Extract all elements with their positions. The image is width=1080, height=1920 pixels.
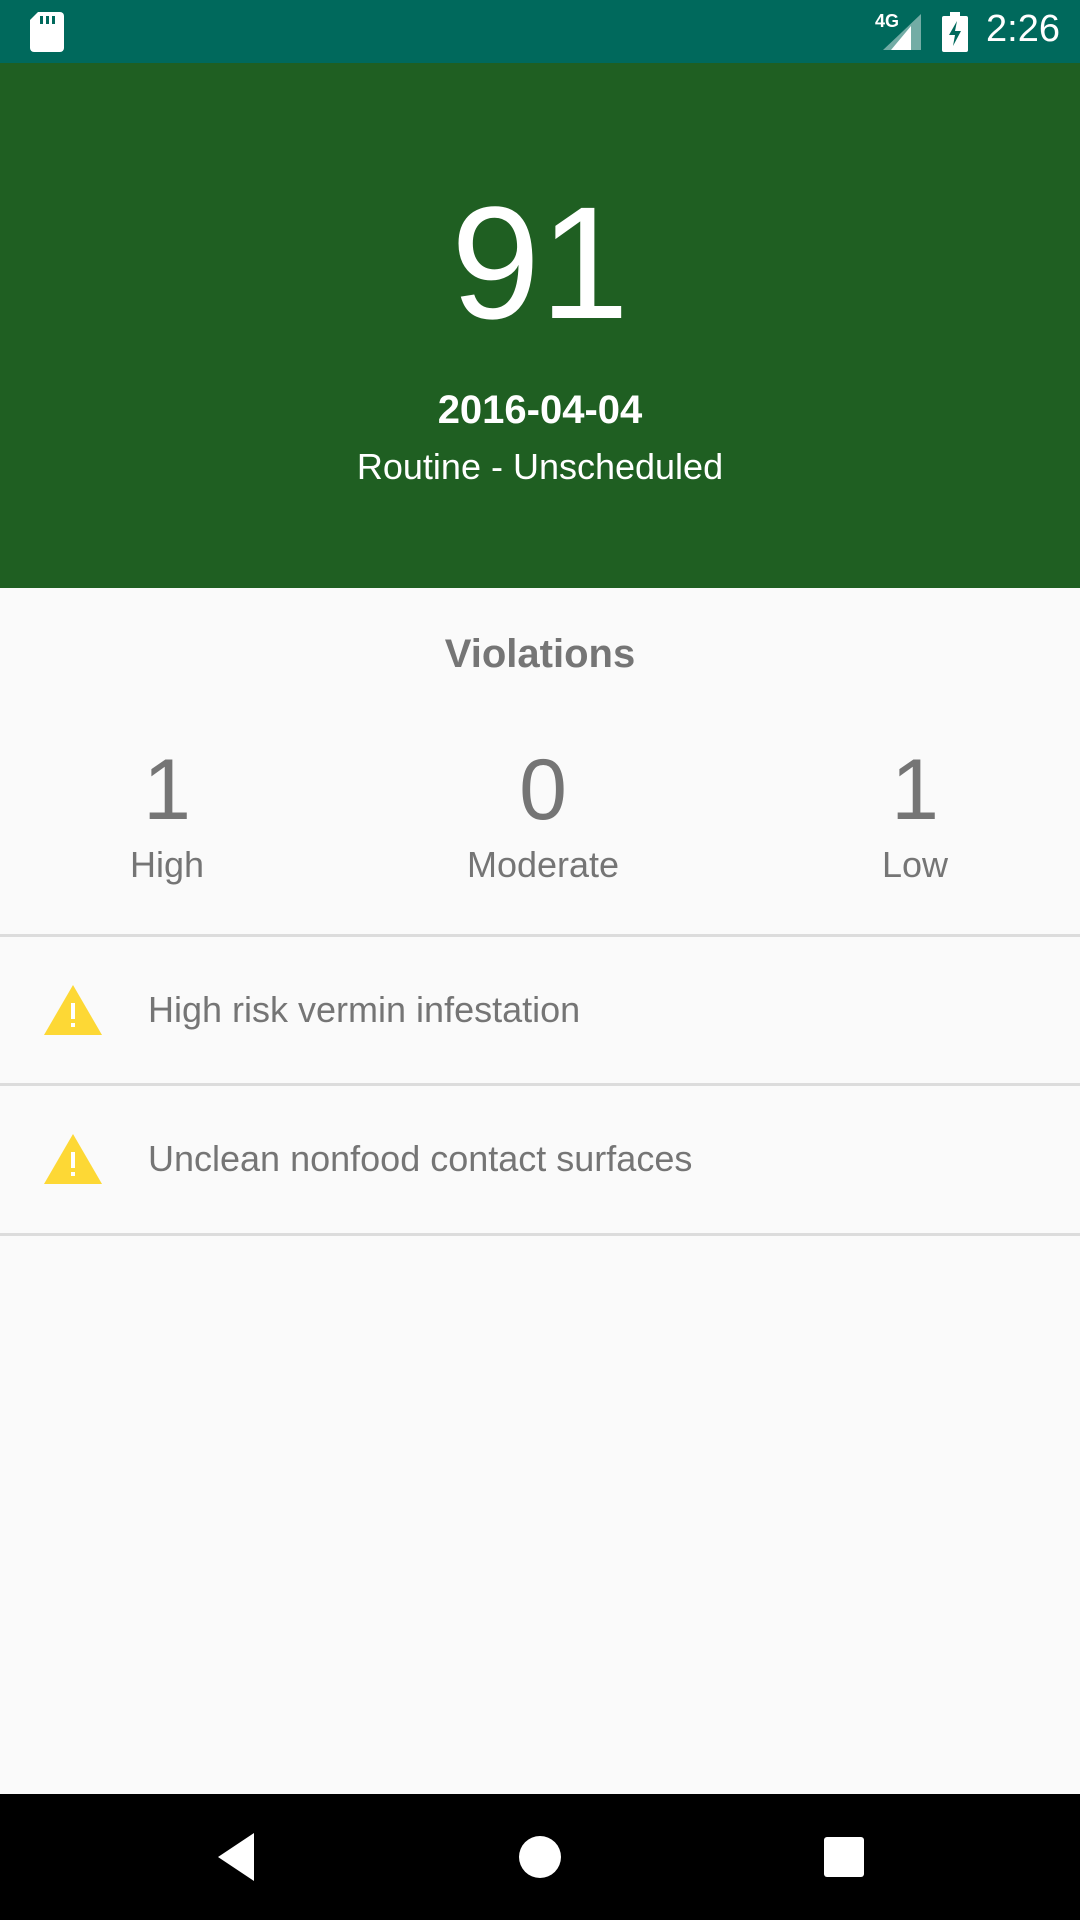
sd-card-icon <box>30 12 64 52</box>
violations-title: Violations <box>444 632 636 676</box>
high-count-value: 1 <box>143 742 191 838</box>
inspection-score: 91 <box>451 173 629 352</box>
violation-text: High risk vermin infestation <box>148 989 581 1030</box>
violation-text: Unclean nonfood contact surfaces <box>148 1138 693 1179</box>
low-count-label: Low <box>881 844 949 885</box>
divider <box>0 1233 1080 1236</box>
low-count-value: 1 <box>891 742 939 838</box>
high-count-label: High <box>129 844 205 885</box>
warning-icon <box>44 1134 102 1184</box>
violation-item[interactable]: Unclean nonfood contact surfaces <box>0 1086 1080 1234</box>
home-icon[interactable] <box>510 1827 570 1887</box>
moderate-count-label: Moderate <box>466 844 620 885</box>
violation-item[interactable]: High risk vermin infestation <box>0 937 1080 1085</box>
warning-icon <box>44 985 102 1035</box>
clock: 2:26 <box>986 8 1060 50</box>
navigation-bar <box>0 1794 1080 1920</box>
recents-icon[interactable] <box>814 1827 874 1887</box>
low-violations-count: 1 Low <box>765 740 1065 886</box>
inspection-date: 2016-04-04 <box>437 388 643 432</box>
moderate-count-value: 0 <box>519 742 567 838</box>
signal-icon <box>883 14 921 50</box>
battery-charging-icon <box>942 12 968 52</box>
high-violations-count: 1 High <box>17 740 317 886</box>
moderate-violations-count: 0 Moderate <box>393 740 693 886</box>
status-bar: 4G 2:26 <box>0 0 1080 63</box>
back-icon[interactable] <box>210 1827 270 1887</box>
inspection-type: Routine - Unscheduled <box>356 446 724 487</box>
inspection-header: 91 2016-04-04 Routine - Unscheduled <box>0 63 1080 588</box>
